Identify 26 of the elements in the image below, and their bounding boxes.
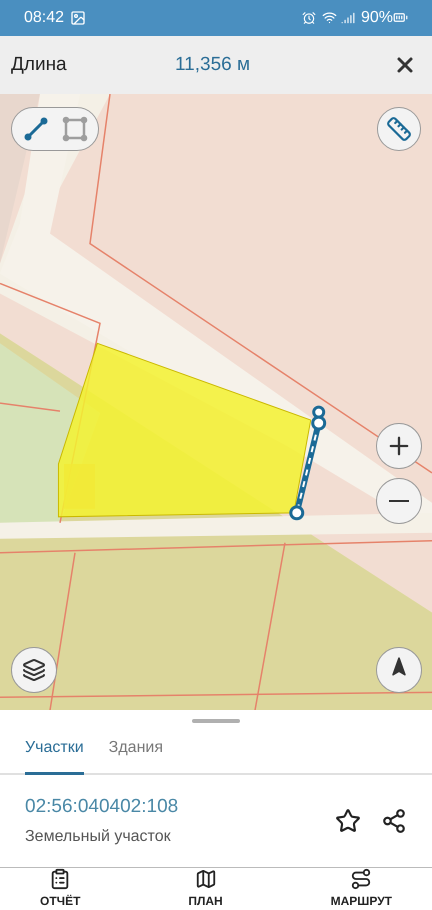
length-value: 11,356 м	[175, 52, 252, 77]
minus-icon	[389, 500, 409, 502]
image-icon	[70, 10, 86, 26]
nav-tab[interactable]: МАРШРУТ	[330, 868, 392, 910]
nav-tab[interactable]: ПЛАН	[188, 868, 223, 910]
battery-level: 90%	[360, 8, 393, 28]
square-tool-icon	[62, 116, 88, 142]
layers-icon	[22, 658, 46, 682]
parcel-type: Земельный участок	[25, 827, 172, 848]
share-icon	[381, 808, 407, 834]
star-icon	[335, 808, 361, 834]
parcel-number[interactable]: 02:56:040402:108	[25, 792, 331, 822]
clipboard-icon	[49, 868, 72, 890]
drag-handle[interactable]	[192, 719, 240, 724]
wifi-icon	[322, 10, 337, 26]
signal-icon	[340, 10, 355, 25]
tab[interactable]: Здания	[108, 723, 164, 776]
nav-tab[interactable]: ОТЧЁТ	[40, 868, 80, 910]
alarm-icon	[302, 10, 316, 25]
route-icon	[350, 868, 372, 890]
header-title: Длина	[11, 52, 68, 77]
status-time: 08:42	[24, 8, 64, 28]
ruler-icon	[386, 116, 412, 142]
tab[interactable]: Участки	[25, 723, 84, 776]
map-icon	[194, 868, 217, 890]
line-tool-icon	[22, 116, 48, 142]
